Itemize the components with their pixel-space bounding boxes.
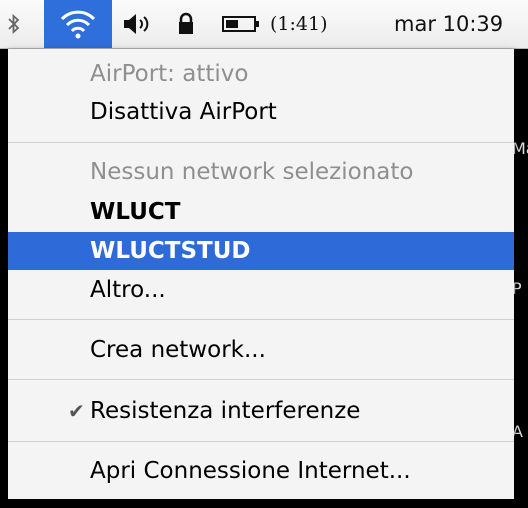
- menu-item-other[interactable]: Altro...: [8, 271, 514, 309]
- battery-status[interactable]: (1:41): [222, 0, 352, 48]
- menu-separator: [8, 142, 514, 143]
- menu-item-interference-label: Resistenza interferenze: [90, 398, 361, 424]
- menu-bar: (1:41) mar 10:39: [0, 0, 528, 49]
- menu-separator: [8, 379, 514, 380]
- menu-clock[interactable]: mar 10:39: [394, 0, 528, 48]
- lock-icon[interactable]: [172, 0, 200, 48]
- menu-separator: [8, 441, 514, 442]
- menu-item-create-network[interactable]: Crea network...: [8, 331, 514, 369]
- menu-item-network-wluct[interactable]: WLUCT: [8, 193, 514, 231]
- battery-time: (1:41): [270, 13, 328, 35]
- background-text-fragment: Mac: [512, 139, 528, 158]
- bluetooth-icon[interactable]: [0, 0, 28, 48]
- menu-item-disable-airport[interactable]: Disattiva AirPort: [8, 93, 514, 131]
- airport-menu: AirPort: attivo Disattiva AirPort Nessun…: [8, 49, 514, 499]
- menu-item-airport-status: AirPort: attivo: [90, 61, 249, 87]
- checkmark-icon: ✔: [68, 399, 85, 423]
- wifi-icon[interactable]: [44, 0, 112, 48]
- menu-item-interference[interactable]: ✔ Resistenza interferenze: [8, 392, 514, 430]
- volume-icon[interactable]: [118, 0, 158, 48]
- battery-icon: [222, 16, 259, 32]
- menu-item-open-internet-connect[interactable]: Apri Connessione Internet...: [8, 452, 514, 490]
- menu-separator: [8, 319, 514, 320]
- menu-item-no-network: Nessun network selezionato: [90, 159, 414, 185]
- menu-item-network-wluctstud[interactable]: WLUCTSTUD: [8, 232, 514, 270]
